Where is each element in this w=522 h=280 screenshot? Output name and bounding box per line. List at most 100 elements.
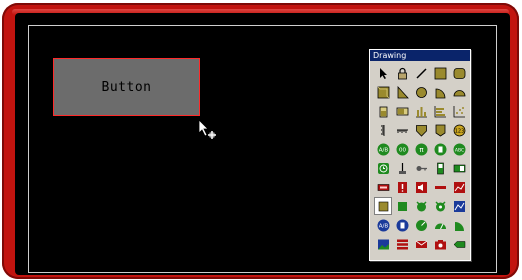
lock-tool[interactable]: [394, 65, 410, 81]
alarm-tool[interactable]: [394, 179, 410, 195]
slider-icon: [396, 105, 409, 118]
mouse-cursor-icon: [198, 119, 216, 139]
line-graph-tool[interactable]: [451, 198, 467, 214]
alarm-bell-tool[interactable]: [413, 198, 429, 214]
clock-icon: [377, 162, 390, 175]
bell-icon: [434, 200, 447, 213]
lever-tool[interactable]: [394, 160, 410, 176]
tall-switch-icon: [434, 162, 447, 175]
circle-tool[interactable]: [413, 84, 429, 100]
half-circle-tool[interactable]: [451, 84, 467, 100]
rectangle-icon: [434, 67, 447, 80]
scatter-tool[interactable]: [451, 103, 467, 119]
green-block-icon: [396, 200, 409, 213]
mail-tool[interactable]: [413, 236, 429, 252]
lever-icon: [396, 162, 409, 175]
key-tool[interactable]: [413, 160, 429, 176]
blue-trash-tool[interactable]: [394, 217, 410, 233]
box-3d-tool[interactable]: [375, 84, 391, 100]
quarter-circle-tool[interactable]: [432, 84, 448, 100]
dial-tool[interactable]: [451, 217, 467, 233]
rectangle-tool[interactable]: [432, 65, 448, 81]
gauge-icon: [415, 219, 428, 232]
slider-tool[interactable]: [394, 103, 410, 119]
green-block-tool[interactable]: [394, 198, 410, 214]
bar-chart-tool[interactable]: [413, 103, 429, 119]
stacked-bar-tool[interactable]: [432, 103, 448, 119]
abc-button-icon: ABC: [453, 143, 466, 156]
image-icon: [377, 238, 390, 251]
alpha-button-icon: A/B: [377, 143, 390, 156]
line-tool[interactable]: [413, 65, 429, 81]
canvas-button[interactable]: Button: [53, 58, 200, 116]
half-circle-icon: [453, 86, 466, 99]
pointer-icon: [377, 67, 390, 80]
hmi-screen-canvas[interactable]: Button Drawing 123 A/B 00 π ABC A/B: [15, 13, 510, 275]
speaker-icon: [415, 181, 428, 194]
trend-chart-icon: [453, 181, 466, 194]
blue-label-icon: A/B: [377, 219, 390, 232]
bar-chart-icon: [415, 105, 428, 118]
line-graph-icon: [453, 200, 466, 213]
meter-tool[interactable]: [432, 217, 448, 233]
red-stack-icon: [396, 238, 409, 251]
gauge-tool[interactable]: [413, 217, 429, 233]
shield-tool[interactable]: [413, 122, 429, 138]
dial-icon: [453, 219, 466, 232]
blue-label-tool[interactable]: A/B: [375, 217, 391, 233]
red-stack-tool[interactable]: [394, 236, 410, 252]
quarter-circle-icon: [434, 86, 447, 99]
trash-button-tool[interactable]: [432, 141, 448, 157]
rounded-rectangle-tool[interactable]: [451, 65, 467, 81]
tool-grid: 123 A/B 00 π ABC A/B: [370, 61, 470, 256]
tag-icon: [434, 124, 447, 137]
abc-button-tool[interactable]: ABC: [451, 141, 467, 157]
rounded-rectangle-icon: [453, 67, 466, 80]
alarm-bell-icon: [415, 200, 428, 213]
palette-title[interactable]: Drawing: [370, 50, 470, 61]
svg-text:A/B: A/B: [378, 147, 388, 153]
pi-button-tool[interactable]: π: [413, 141, 429, 157]
alarm-icon: [396, 181, 409, 194]
panel-tool[interactable]: [374, 197, 392, 215]
numeric-display-icon: 123: [453, 124, 466, 137]
box-3d-icon: [377, 86, 390, 99]
round-display-tool[interactable]: 00: [394, 141, 410, 157]
camera-icon: [434, 238, 447, 251]
tall-switch-tool[interactable]: [432, 160, 448, 176]
lock-icon: [396, 67, 409, 80]
tag-tool[interactable]: [432, 122, 448, 138]
blue-trash-icon: [396, 219, 409, 232]
round-display-icon: 00: [396, 143, 409, 156]
triangle-tool[interactable]: [394, 84, 410, 100]
shield-icon: [415, 124, 428, 137]
speaker-tool[interactable]: [413, 179, 429, 195]
vertical-scale-tool[interactable]: [375, 122, 391, 138]
clock-tool[interactable]: [375, 160, 391, 176]
numeric-display-tool[interactable]: 123: [451, 122, 467, 138]
image-tool[interactable]: [375, 236, 391, 252]
alpha-button-tool[interactable]: A/B: [375, 141, 391, 157]
red-label-tool[interactable]: [375, 179, 391, 195]
battery-tool[interactable]: [375, 103, 391, 119]
red-bar-icon: [434, 181, 447, 194]
horizontal-scale-tool[interactable]: [394, 122, 410, 138]
red-bar-tool[interactable]: [432, 179, 448, 195]
toggle-switch-icon: [453, 162, 466, 175]
meter-icon: [434, 219, 447, 232]
drawing-palette[interactable]: Drawing 123 A/B 00 π ABC A/B: [369, 49, 471, 261]
toggle-switch-tool[interactable]: [451, 160, 467, 176]
horizontal-scale-icon: [396, 124, 409, 137]
trend-chart-tool[interactable]: [451, 179, 467, 195]
red-label-icon: [377, 181, 390, 194]
stacked-bar-icon: [434, 105, 447, 118]
pencil-tool[interactable]: [451, 236, 467, 252]
triangle-icon: [396, 85, 409, 99]
panel-icon: [377, 200, 390, 213]
line-icon: [415, 67, 428, 80]
pointer-tool[interactable]: [375, 65, 391, 81]
pi-button-icon: π: [415, 143, 428, 156]
camera-tool[interactable]: [432, 236, 448, 252]
svg-text:00: 00: [399, 147, 406, 153]
bell-tool[interactable]: [432, 198, 448, 214]
